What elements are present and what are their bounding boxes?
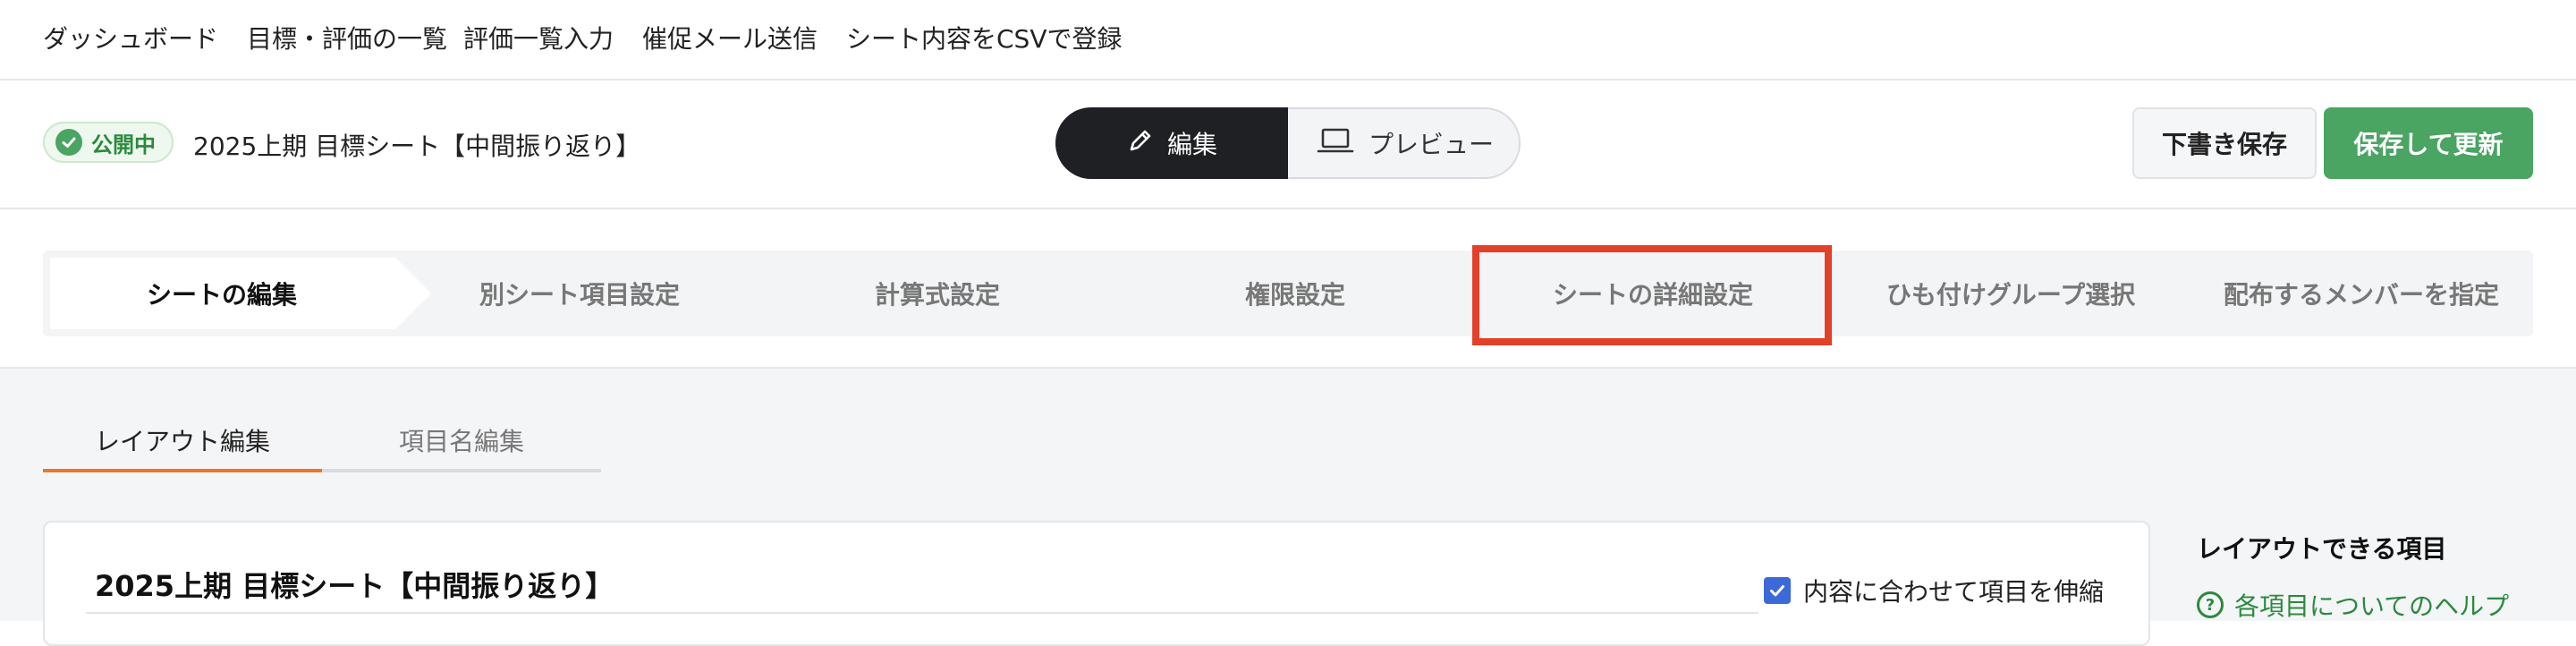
- stretch-checkbox[interactable]: [1764, 577, 1791, 604]
- nav-reminder-mail[interactable]: 催促メール送信: [642, 20, 818, 55]
- step-group-link[interactable]: ひも付けグループ選択: [1832, 251, 2190, 336]
- nav-evaluation-input[interactable]: 評価一覧入力: [463, 20, 614, 55]
- status-label: 公開中: [91, 132, 156, 157]
- save-draft-button[interactable]: 下書き保存: [2132, 107, 2317, 179]
- edit-mode-button[interactable]: 編集: [1055, 107, 1288, 179]
- nav-csv-import[interactable]: シート内容をCSVで登録: [846, 20, 1122, 55]
- check-circle-icon: [55, 129, 82, 156]
- tab-layout-edit[interactable]: レイアウト編集: [43, 422, 322, 472]
- step-bar: シートの編集 別シート項目設定 計算式設定 権限設定 シートの詳細設定 ひも付け…: [43, 251, 2533, 336]
- page-title: 2025上期 目標シート【中間振り返り】: [193, 132, 641, 161]
- question-circle-icon: ?: [2197, 591, 2224, 618]
- stretch-checkbox-row[interactable]: 内容に合わせて項目を伸縮: [1764, 573, 2104, 608]
- pencil-icon: [1126, 126, 1155, 161]
- step-assign-members[interactable]: 配布するメンバーを指定: [2190, 251, 2533, 336]
- step-bar-area: シートの編集 別シート項目設定 計算式設定 権限設定 シートの詳細設定 ひも付け…: [0, 209, 2576, 369]
- nav-goals-list[interactable]: 目標・評価の一覧: [247, 20, 447, 55]
- mode-toggle: 編集 プレビュー: [1055, 107, 1521, 179]
- layout-items-heading: レイアウトできる項目: [2197, 534, 2447, 564]
- sheet-header: 公開中 2025上期 目標シート【中間振り返り】 編集 プレビュー 下書き保存 …: [0, 81, 2576, 209]
- panel-title: 2025上期 目標シート【中間振り返り】: [95, 569, 614, 603]
- panel-title-divider: [86, 612, 1758, 614]
- preview-mode-button[interactable]: プレビュー: [1288, 107, 1522, 179]
- editor-tabs: レイアウト編集 項目名編集: [43, 422, 601, 472]
- stretch-checkbox-label: 内容に合わせて項目を伸縮: [1803, 577, 2105, 607]
- help-link-label: 各項目についてのヘルプ: [2234, 591, 2510, 621]
- top-nav: ダッシュボード 目標・評価の一覧 評価一覧入力 催促メール送信 シート内容をCS…: [0, 0, 2576, 81]
- laptop-icon: [1317, 126, 1354, 161]
- nav-dashboard[interactable]: ダッシュボード: [43, 20, 218, 55]
- status-badge: 公開中: [43, 122, 174, 163]
- preview-mode-label: プレビュー: [1368, 130, 1494, 159]
- step-permission-settings[interactable]: 権限設定: [1116, 251, 1474, 336]
- edit-mode-label: 編集: [1166, 130, 1217, 159]
- save-and-update-button[interactable]: 保存して更新: [2324, 107, 2533, 179]
- step-other-sheet-items[interactable]: 別シート項目設定: [401, 251, 758, 336]
- item-help-link[interactable]: ? 各項目についてのヘルプ: [2197, 587, 2509, 623]
- tab-item-name-edit[interactable]: 項目名編集: [322, 422, 601, 469]
- step-sheet-detail-settings[interactable]: シートの詳細設定: [1474, 251, 1832, 336]
- step-sheet-edit[interactable]: シートの編集: [43, 251, 401, 336]
- step-formula-settings[interactable]: 計算式設定: [758, 251, 1116, 336]
